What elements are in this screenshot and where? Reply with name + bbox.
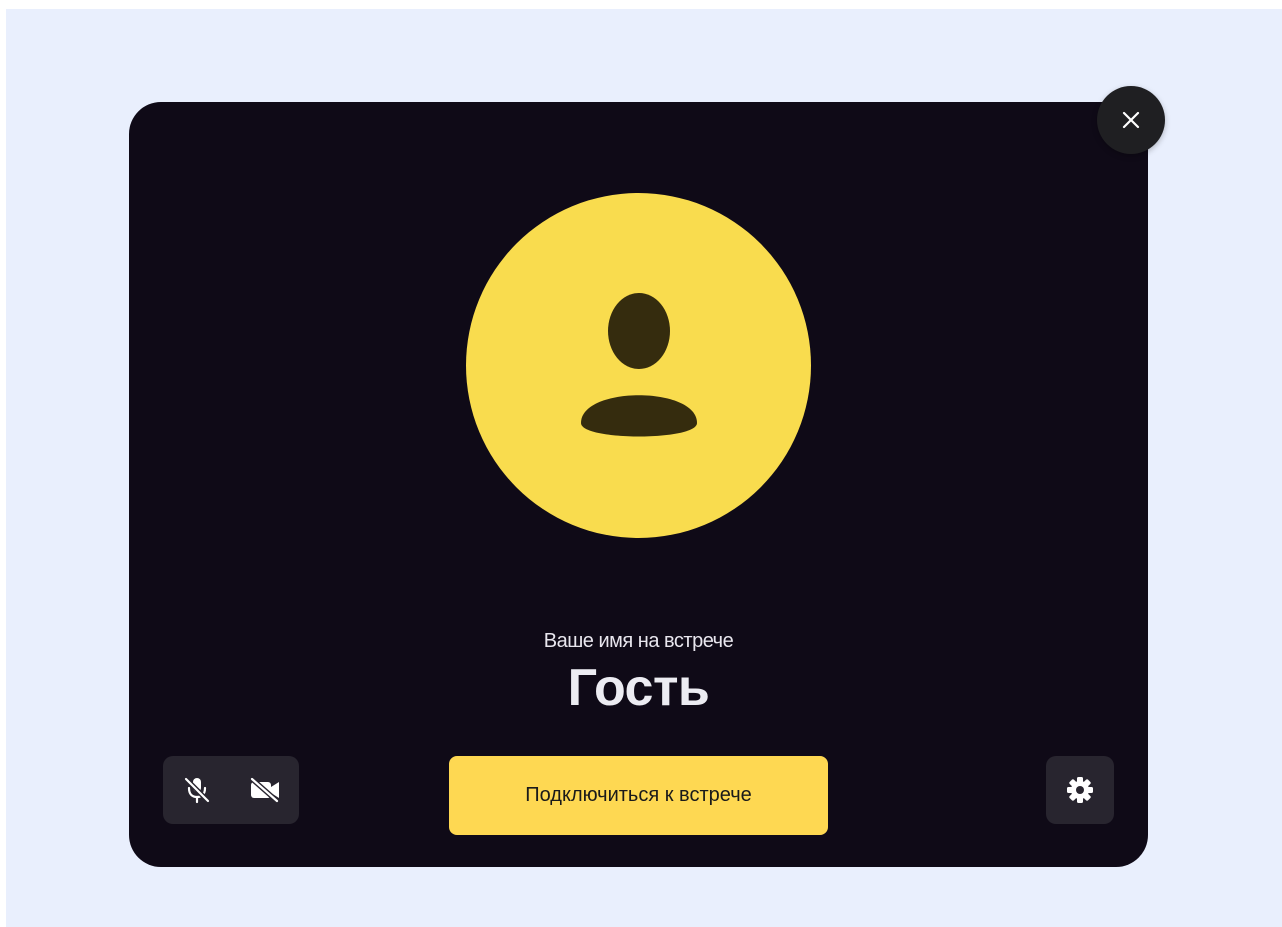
meeting-join-card: Ваше имя на встрече Гость Подключиться к… — [129, 102, 1148, 867]
media-controls — [163, 756, 299, 824]
mic-toggle-button[interactable] — [163, 756, 231, 824]
avatar — [466, 193, 811, 538]
participant-name: Гость — [567, 659, 710, 717]
camera-toggle-button[interactable] — [231, 756, 299, 824]
close-icon — [1122, 111, 1140, 129]
join-meeting-button[interactable]: Подключиться к встрече — [449, 756, 828, 835]
camera-off-icon — [249, 777, 280, 803]
settings-button[interactable] — [1046, 756, 1114, 824]
close-button[interactable] — [1097, 86, 1165, 154]
person-icon — [580, 292, 697, 436]
gear-icon — [1067, 777, 1093, 803]
name-caption: Ваше имя на встрече — [543, 630, 734, 652]
mic-off-icon — [184, 776, 210, 804]
